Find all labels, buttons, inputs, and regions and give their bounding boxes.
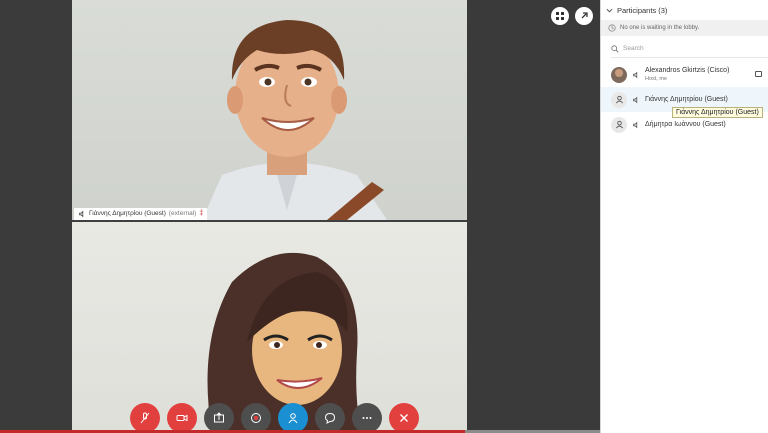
male-avatar-illustration (202, 20, 387, 220)
participant-role: Host, me (645, 75, 668, 82)
microphone-muted-icon: ‡ (199, 210, 204, 217)
stage-padding-left (0, 0, 72, 433)
participant-name: Γιάννης Δημητρίου (Guest) (645, 96, 728, 103)
chat-icon (324, 412, 336, 424)
participants-panel: Participants (3) No one is waiting in th… (600, 0, 768, 433)
video-name-tag: Γιάννης Δημητρίου (Guest) (external) ‡ (74, 208, 208, 220)
participants-title: Participants (3) (617, 5, 668, 15)
female-avatar-illustration (207, 252, 362, 433)
participants-button[interactable] (278, 403, 308, 433)
name-tag-suffix: (external) (168, 210, 197, 217)
microphone-muted-icon (140, 412, 150, 424)
audio-status-icon (79, 210, 84, 218)
more-button[interactable] (352, 403, 382, 433)
meeting-controls (130, 403, 419, 433)
search-icon (611, 44, 619, 52)
record-button[interactable] (241, 403, 271, 433)
record-icon (251, 413, 261, 423)
more-icon (362, 417, 372, 419)
video-off-icon (176, 414, 188, 422)
mute-button[interactable] (130, 403, 160, 433)
stage-padding-right (467, 0, 600, 433)
participant-name: Δήμητρα Ιωάννου (Guest) (645, 121, 726, 128)
video-tile-bottom (72, 222, 467, 433)
participant-row[interactable]: Alexandros Gkirtzis (Cisco) Host, me (601, 62, 768, 87)
video-stage: Γιάννης Δημητρίου (Guest) (external) ‡ (0, 0, 600, 433)
video-tile-top (72, 0, 467, 220)
clock-icon (608, 24, 616, 32)
guest-icon (611, 116, 627, 133)
lobby-message: No one is waiting in the lobby. (620, 25, 700, 31)
guest-icon (611, 91, 627, 108)
participant-name: Alexandros Gkirtzis (Cisco) (645, 66, 730, 74)
share-button[interactable] (204, 403, 234, 433)
participants-icon (288, 413, 298, 424)
meeting-window: Γιάννης Δημητρίου (Guest) (external) ‡ P… (0, 0, 768, 433)
video-button[interactable] (167, 403, 197, 433)
person-icon (615, 120, 623, 129)
name-tooltip: Γιάννης Δημητρίου (Guest) (672, 107, 763, 118)
chat-button[interactable] (315, 403, 345, 433)
leave-icon (400, 414, 408, 422)
closed-caption-icon (755, 71, 762, 77)
person-icon (615, 95, 623, 104)
grid-icon (556, 12, 564, 20)
participant-info: Alexandros Gkirtzis (Cisco) Host, me (645, 66, 729, 84)
share-icon (214, 412, 224, 423)
audio-status-icon (633, 96, 638, 103)
audio-status-icon (633, 121, 638, 128)
audio-status-icon (633, 71, 638, 78)
participant-search[interactable]: Search (611, 40, 768, 58)
lobby-status: No one is waiting in the lobby. (601, 20, 768, 36)
chevron-down-icon (606, 8, 613, 13)
search-input[interactable]: Search (623, 45, 644, 52)
layout-button[interactable] (551, 7, 569, 25)
popout-button[interactable] (575, 7, 593, 25)
leave-button[interactable] (389, 403, 419, 433)
link-icon (581, 12, 588, 19)
name-tag-label: Γιάννης Δημητρίου (Guest) (89, 210, 166, 217)
participants-header[interactable]: Participants (3) (601, 0, 768, 20)
avatar (611, 66, 627, 83)
